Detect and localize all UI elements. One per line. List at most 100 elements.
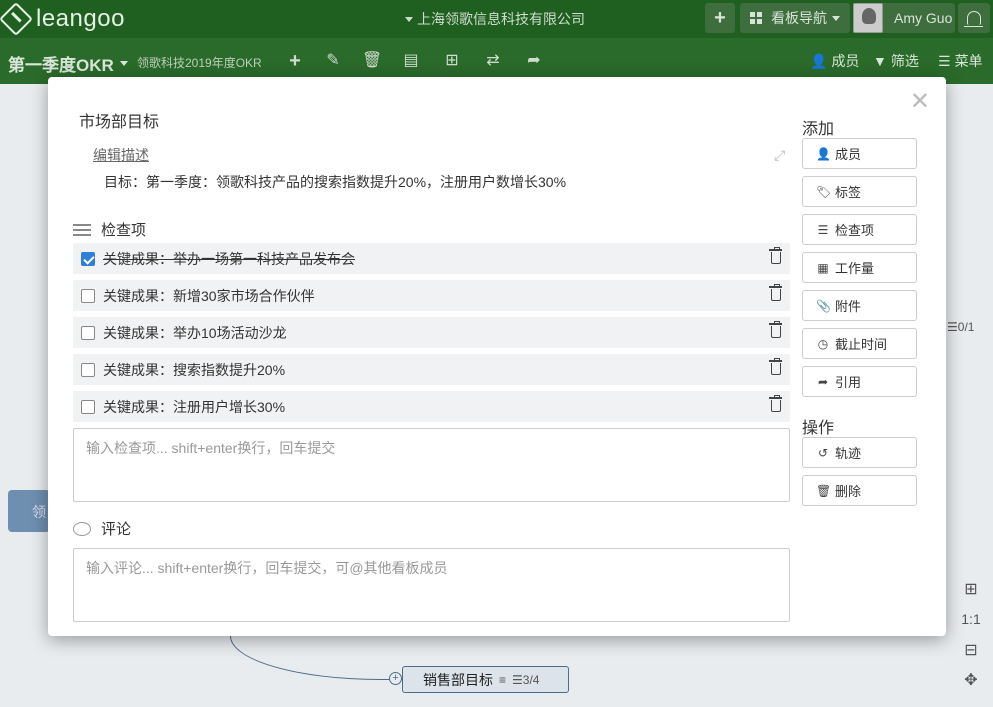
leangoo-logo-icon (0, 2, 33, 36)
side-checklist-meta: ☰0/1 (947, 320, 975, 334)
checklist-item[interactable]: 关键成果：新增30家市场合作伙伴 (73, 280, 790, 311)
comment-icon (73, 521, 91, 536)
zoom-in-icon[interactable]: ⊞ (959, 579, 983, 599)
hamburger-icon: ☰ (938, 52, 951, 69)
side-button-label: 截止时间 (835, 337, 888, 352)
checklist-checkbox[interactable] (81, 399, 95, 414)
edit-icon[interactable]: ✎ (323, 51, 343, 71)
list-icon (73, 223, 91, 236)
filter-button[interactable]: ▼ 筛选 (873, 51, 919, 71)
zoom-reset[interactable]: 1:1 (959, 611, 983, 627)
history-button[interactable]: ↺ 轨迹 (802, 437, 917, 468)
avatar (853, 3, 883, 33)
members-button[interactable]: 👤 成员 (810, 51, 859, 71)
trash-icon[interactable] (769, 321, 782, 338)
notifications-button[interactable] (958, 3, 990, 33)
board-title-dropdown[interactable]: 第一季度OKR (8, 51, 128, 76)
add-section-title: 添加 (802, 121, 835, 138)
edit-description-link[interactable]: 编辑描述 (93, 145, 149, 165)
user-menu[interactable]: Amy Guo (853, 3, 955, 33)
add-paperclip-button[interactable]: 📎 附件 (802, 290, 917, 321)
description-text: 目标：第一季度：领歌科技产品的搜索指数提升20%，注册用户数增长30% (104, 174, 567, 190)
checklist-item[interactable]: 关键成果：搜索指数提升20% (73, 354, 790, 385)
add-clock-button[interactable]: ◷ 截止时间 (802, 328, 917, 359)
checklist-checkbox[interactable] (81, 251, 95, 266)
add-tag-button[interactable]: 🏷 标签 (802, 176, 917, 207)
delete-icon[interactable]: 🗑 (362, 51, 382, 71)
top-navbar: leangoo 上海领歌信息科技有限公司 + 看板导航 Amy Guo (0, 0, 993, 38)
user-name: Amy Guo (894, 10, 953, 26)
trash-icon[interactable] (769, 358, 782, 375)
zoom-out-icon[interactable]: ⊟ (959, 640, 983, 660)
connector-line (230, 636, 405, 680)
checklist-item[interactable]: 关键成果：注册用户增长30% (73, 391, 790, 422)
checklist-checkbox[interactable] (81, 362, 95, 377)
share-icon[interactable]: ➦ (524, 51, 544, 71)
checklist-item[interactable]: 关键成果：举办10场活动沙龙 (73, 317, 790, 348)
side-button-label: 附件 (835, 299, 862, 314)
checklist-title: 检查项 (101, 222, 147, 239)
collapse-node-icon[interactable]: + (389, 672, 402, 685)
card-title[interactable]: 市场部目标 (79, 108, 159, 132)
checklist-item-label: 关键成果：举办10场活动沙龙 (103, 324, 287, 341)
logo-text: leangoo (36, 5, 125, 32)
add-grid-button[interactable]: ▦ 工作量 (802, 252, 917, 283)
list-icon: ☰ (817, 222, 829, 237)
board-node-label: 销售部目标 (423, 671, 493, 688)
menu-button[interactable]: ☰ 菜单 (938, 51, 983, 71)
locate-icon[interactable]: ✥ (959, 670, 983, 690)
company-selector[interactable]: 上海领歌信息科技有限公司 (405, 9, 585, 29)
menu-label: 菜单 (954, 53, 983, 69)
share-icon: ➦ (817, 374, 829, 389)
trash-icon[interactable] (769, 284, 782, 301)
card-view-icon[interactable]: ▤ (401, 51, 421, 71)
bell-icon (964, 11, 983, 27)
board-title: 第一季度OKR (8, 56, 114, 75)
add-share-button[interactable]: ➦ 引用 (802, 366, 917, 397)
trash-icon[interactable] (769, 247, 782, 264)
swap-icon[interactable]: ⇄ (483, 51, 503, 71)
description-icon: ≡ (499, 672, 507, 687)
board-subtitle[interactable]: 领歌科技2019年度OKR (137, 54, 262, 71)
comment-input[interactable]: 输入评论... shift+enter换行，回车提交，可@其他看板成员 (73, 548, 790, 622)
tag-icon: 🏷 (816, 184, 832, 199)
add-node-icon[interactable]: + (285, 51, 305, 71)
checklist-input[interactable]: 输入检查项... shift+enter换行，回车提交 (73, 428, 790, 502)
side-button-label: 检查项 (835, 223, 875, 238)
checklist-item-label: 关键成果：搜索指数提升20% (103, 361, 286, 378)
checklist-item-label: 关键成果：注册用户增长30% (103, 398, 286, 415)
checklist-item-label: 关键成果：新增30家市场合作伙伴 (103, 287, 315, 304)
checklist-checkbox[interactable] (81, 325, 95, 340)
history-icon: ↺ (817, 445, 829, 460)
side-checklist-count: 0/1 (957, 320, 975, 334)
side-button-label: 删除 (835, 484, 862, 499)
board-nav-button[interactable]: 看板导航 (740, 3, 850, 33)
checklist-checkbox[interactable] (81, 288, 95, 303)
trash-icon[interactable] (769, 395, 782, 412)
paperclip-icon: 📎 (816, 298, 831, 313)
members-label: 成员 (831, 53, 860, 69)
user-plus-icon: 👤 (816, 146, 831, 161)
board-nav-label: 看板导航 (771, 10, 827, 26)
ops-section-title: 操作 (802, 420, 835, 437)
side-button-label: 引用 (835, 375, 862, 390)
trash-icon: 🗑 (816, 483, 832, 498)
board-node-partial[interactable]: 领 (8, 490, 50, 532)
caret-down-icon (405, 16, 413, 22)
expand-icon[interactable]: ⤢ (774, 147, 785, 164)
leangoo-logo[interactable]: leangoo (0, 2, 125, 36)
board-node[interactable]: 销售部目标 ≡ ☰ 3/4 (402, 666, 569, 693)
delete-card-button[interactable]: 🗑 删除 (802, 475, 917, 506)
side-button-label: 轨迹 (835, 446, 862, 461)
close-icon[interactable]: ✕ (910, 87, 930, 116)
create-button[interactable]: + (705, 3, 735, 33)
structure-icon[interactable]: ⊞ (442, 51, 462, 71)
user-icon: 👤 (810, 52, 828, 69)
add-user-plus-button[interactable]: 👤 成员 (802, 138, 917, 169)
add-list-button[interactable]: ☰ 检查项 (802, 214, 917, 245)
checklist-icon: ☰ (512, 672, 523, 687)
caret-down-icon (119, 61, 128, 66)
comment-title: 评论 (101, 521, 132, 538)
checklist-item[interactable]: 关键成果：举办一场第一科技产品发布会 (73, 243, 790, 274)
checklist-item-label: 关键成果：举办一场第一科技产品发布会 (103, 250, 355, 267)
